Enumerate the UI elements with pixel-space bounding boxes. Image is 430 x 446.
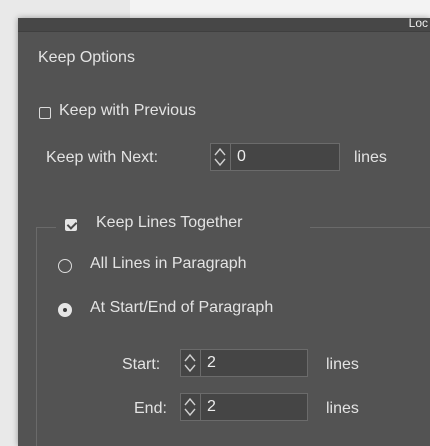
section-title: Keep Options [38,49,135,66]
keep-with-next-stepper[interactable] [210,143,230,171]
stepper-arrows-icon [184,397,196,417]
stepper-arrows-icon [184,353,196,373]
end-label: End: [134,400,167,417]
keep-lines-together-checkbox[interactable] [65,219,77,231]
panel-top-strip: Loc [18,16,430,32]
start-label: Start: [122,356,161,373]
end-input[interactable]: 2 [200,393,308,421]
stepper-arrows-icon [214,147,226,167]
start-end-label: At Start/End of Paragraph [90,299,274,316]
keep-with-previous-checkbox[interactable] [39,107,51,119]
keep-options-panel: Loc Keep Options Keep with Previous Keep… [18,16,430,446]
radio-all-lines[interactable] [58,259,72,273]
keep-with-previous-label: Keep with Previous [59,102,196,119]
radio-start-end[interactable] [58,303,72,317]
keep-with-next-input[interactable]: 0 [230,143,340,171]
end-unit: lines [326,400,359,417]
start-unit: lines [326,356,359,373]
start-stepper[interactable] [180,349,200,377]
keep-with-next-label: Keep with Next: [46,149,159,166]
start-input[interactable]: 2 [200,349,308,377]
end-stepper[interactable] [180,393,200,421]
corner-label: Loc [408,16,428,30]
keep-with-next-unit: lines [354,149,387,166]
all-lines-label: All Lines in Paragraph [90,255,247,272]
keep-lines-together-label: Keep Lines Together [96,214,243,231]
